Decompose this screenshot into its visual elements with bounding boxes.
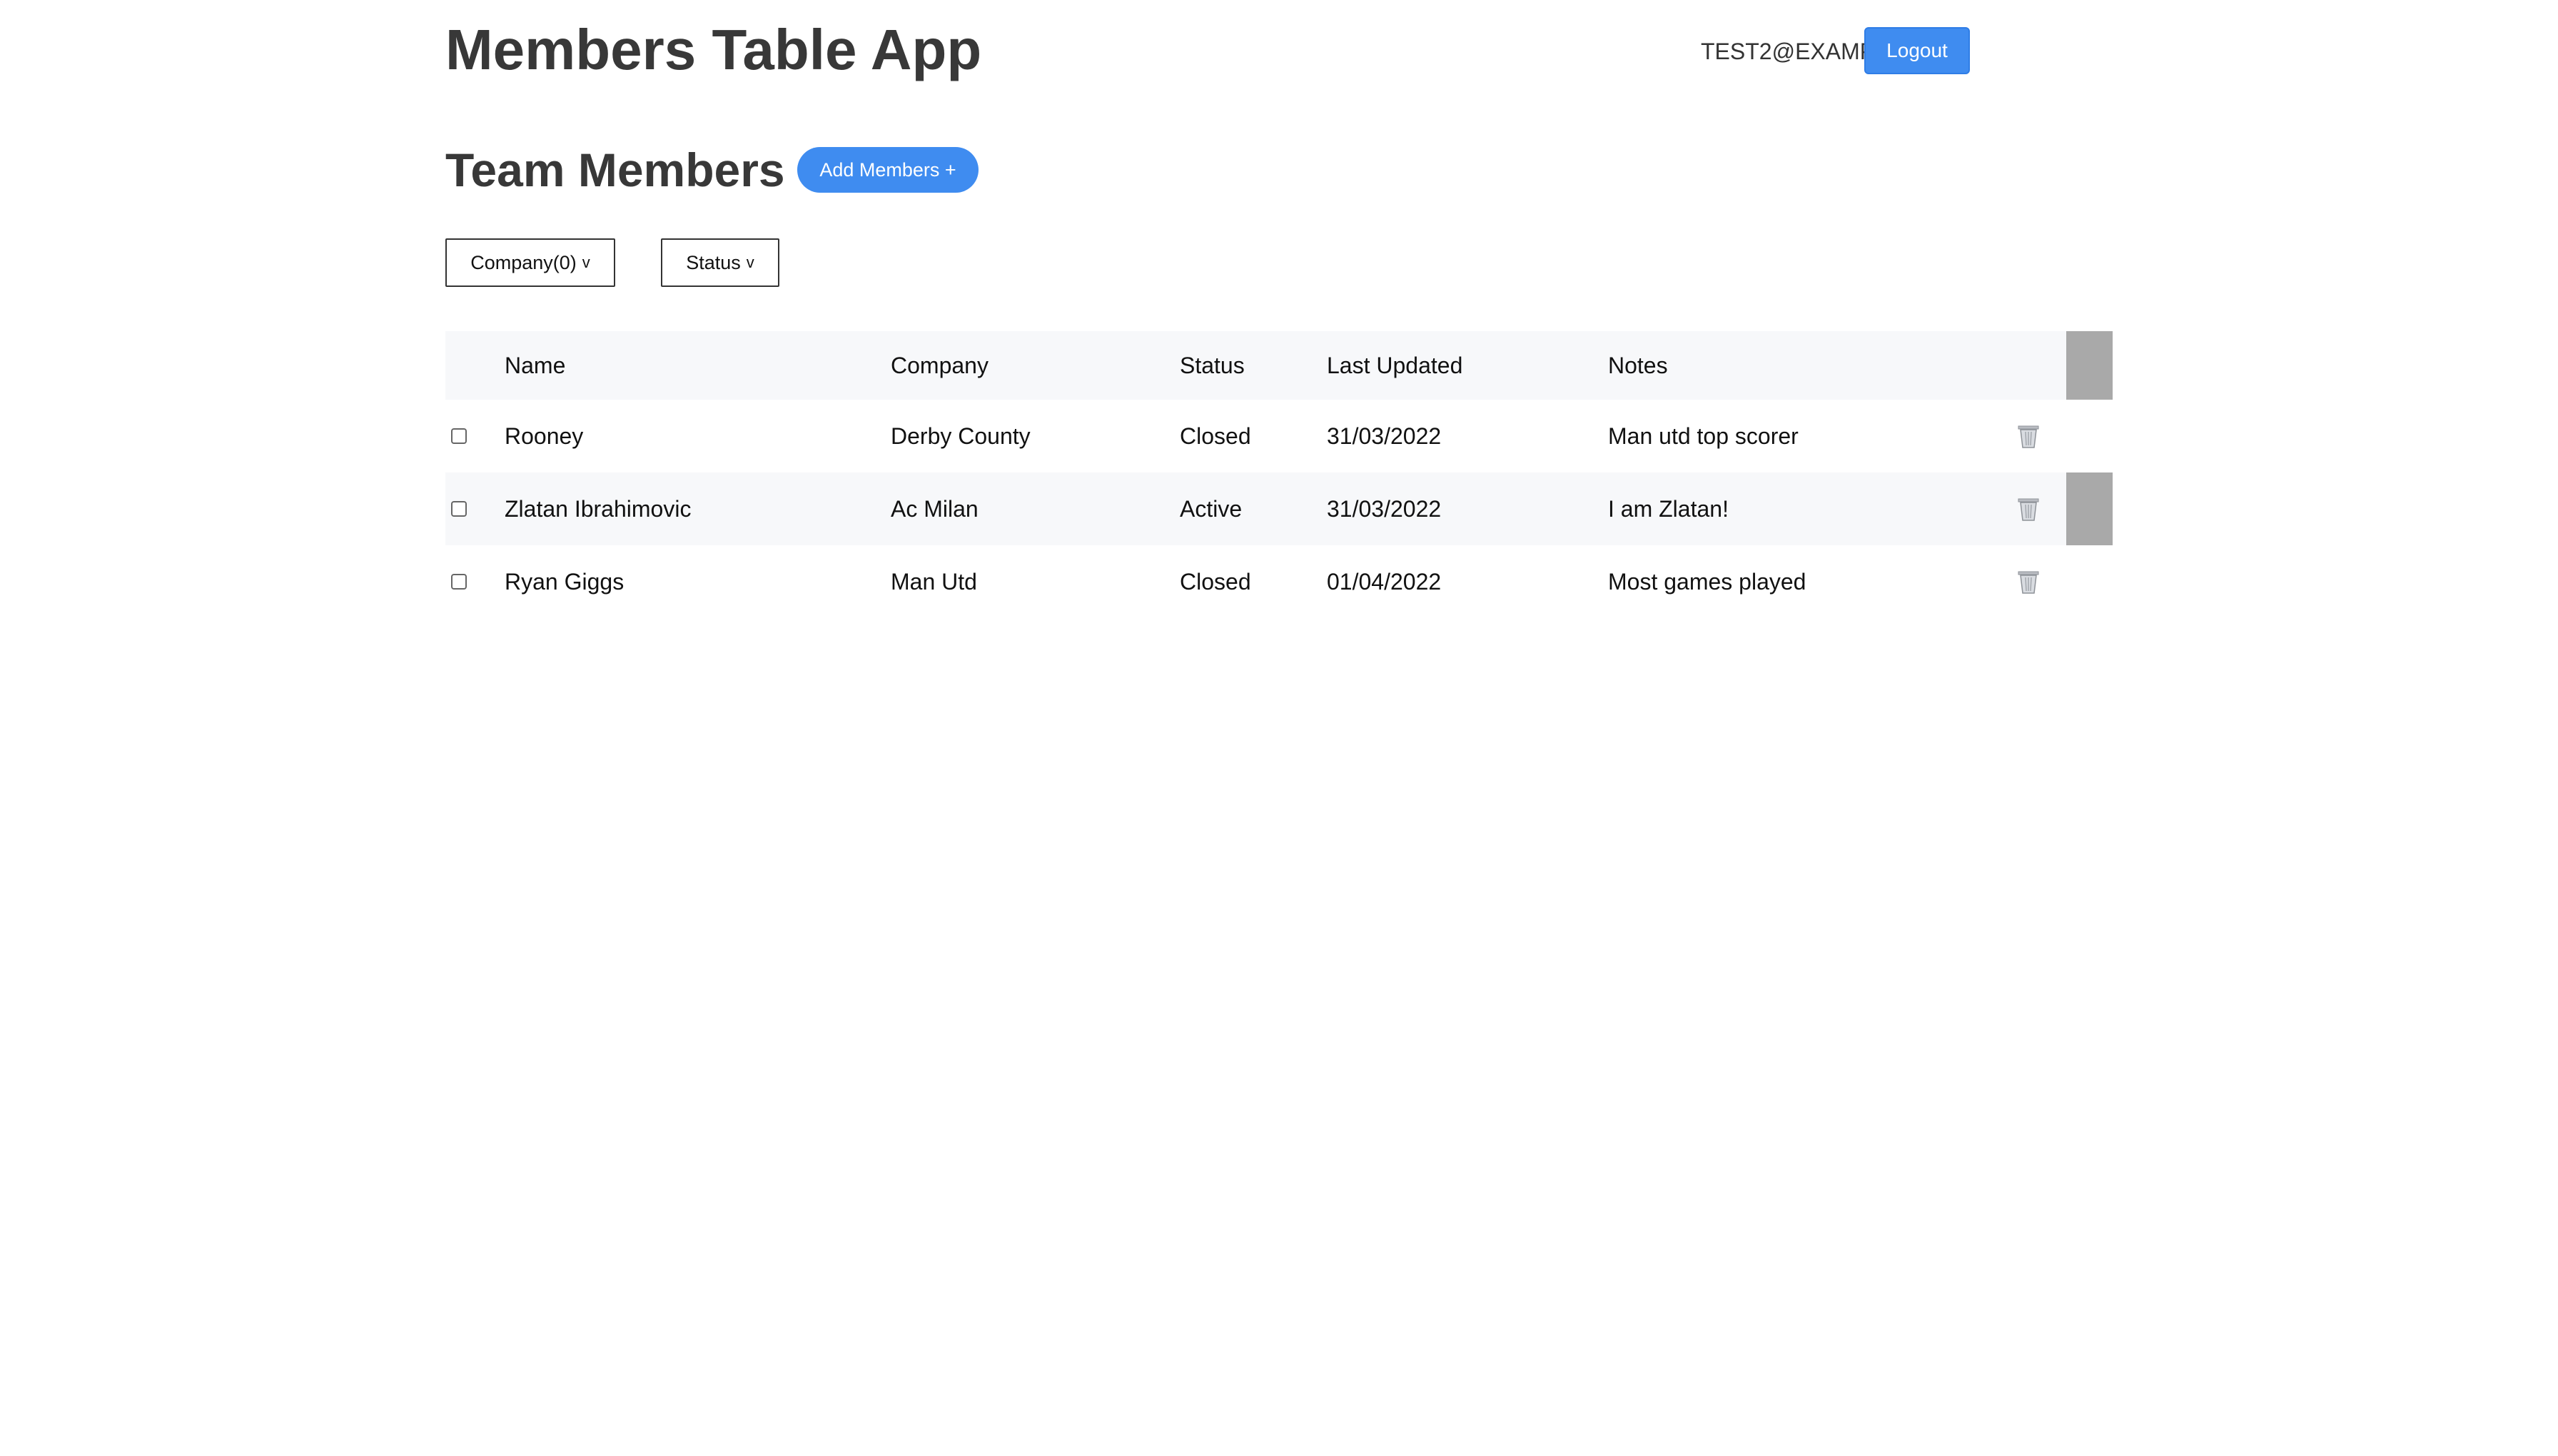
trash-icon[interactable] (2017, 400, 2040, 472)
table-row: Zlatan Ibrahimovic Ac Milan Active 31/03… (445, 472, 2113, 545)
row-checkbox-cell (451, 545, 467, 618)
member-company: Derby County (891, 423, 1031, 449)
row-checkbox[interactable] (451, 501, 467, 517)
trash-icon[interactable] (2017, 545, 2040, 618)
column-header-status[interactable]: Status (1180, 331, 1245, 400)
status-filter-label: Status (686, 251, 741, 273)
member-last-updated: 01/04/2022 (1327, 568, 1442, 595)
column-header-name[interactable]: Name (505, 331, 565, 400)
add-members-button[interactable]: Add Members + (797, 147, 979, 193)
table-header-row: Name Company Status Last Updated Notes (445, 331, 2113, 400)
member-status: Active (1180, 495, 1243, 522)
scroll-indicator (2066, 472, 2113, 545)
member-company: Ac Milan (891, 495, 979, 522)
member-notes: Man utd top scorer (1608, 423, 1799, 449)
chevron-down-icon: v (746, 253, 754, 271)
chevron-down-icon: v (582, 253, 590, 271)
member-name: Ryan Giggs (505, 568, 625, 595)
members-table: Name Company Status Last Updated Notes R… (445, 331, 2113, 618)
logout-button[interactable]: Logout (1864, 27, 1970, 74)
member-last-updated: 31/03/2022 (1327, 495, 1442, 522)
member-last-updated: 31/03/2022 (1327, 423, 1442, 449)
company-filter-button[interactable]: Company(0) v (445, 238, 615, 287)
member-notes: Most games played (1608, 568, 1806, 595)
table-row: Ryan Giggs Man Utd Closed 01/04/2022 Mos… (445, 545, 2113, 618)
row-checkbox[interactable] (451, 428, 467, 444)
row-checkbox[interactable] (451, 574, 467, 590)
company-filter-label: Company(0) (470, 251, 577, 273)
row-checkbox-cell (451, 400, 467, 472)
section-title: Team Members (445, 143, 785, 196)
status-filter-button[interactable]: Status v (661, 238, 779, 287)
column-header-last-updated[interactable]: Last Updated (1327, 331, 1462, 400)
column-header-company[interactable]: Company (891, 331, 989, 400)
member-company: Man Utd (891, 568, 977, 595)
scroll-indicator (2066, 331, 2113, 400)
row-checkbox-cell (451, 472, 467, 545)
member-name: Rooney (505, 423, 584, 449)
trash-icon[interactable] (2017, 472, 2040, 545)
member-status: Closed (1180, 568, 1251, 595)
member-status: Closed (1180, 423, 1251, 449)
column-header-notes[interactable]: Notes (1608, 331, 1668, 400)
table-row: Rooney Derby County Closed 31/03/2022 Ma… (445, 400, 2113, 472)
app-header: Members Table App TEST2@EXAMPLE.COM Logo… (445, 14, 2113, 86)
member-name: Zlatan Ibrahimovic (505, 495, 692, 522)
app-title: Members Table App (445, 18, 982, 81)
member-notes: I am Zlatan! (1608, 495, 1729, 522)
